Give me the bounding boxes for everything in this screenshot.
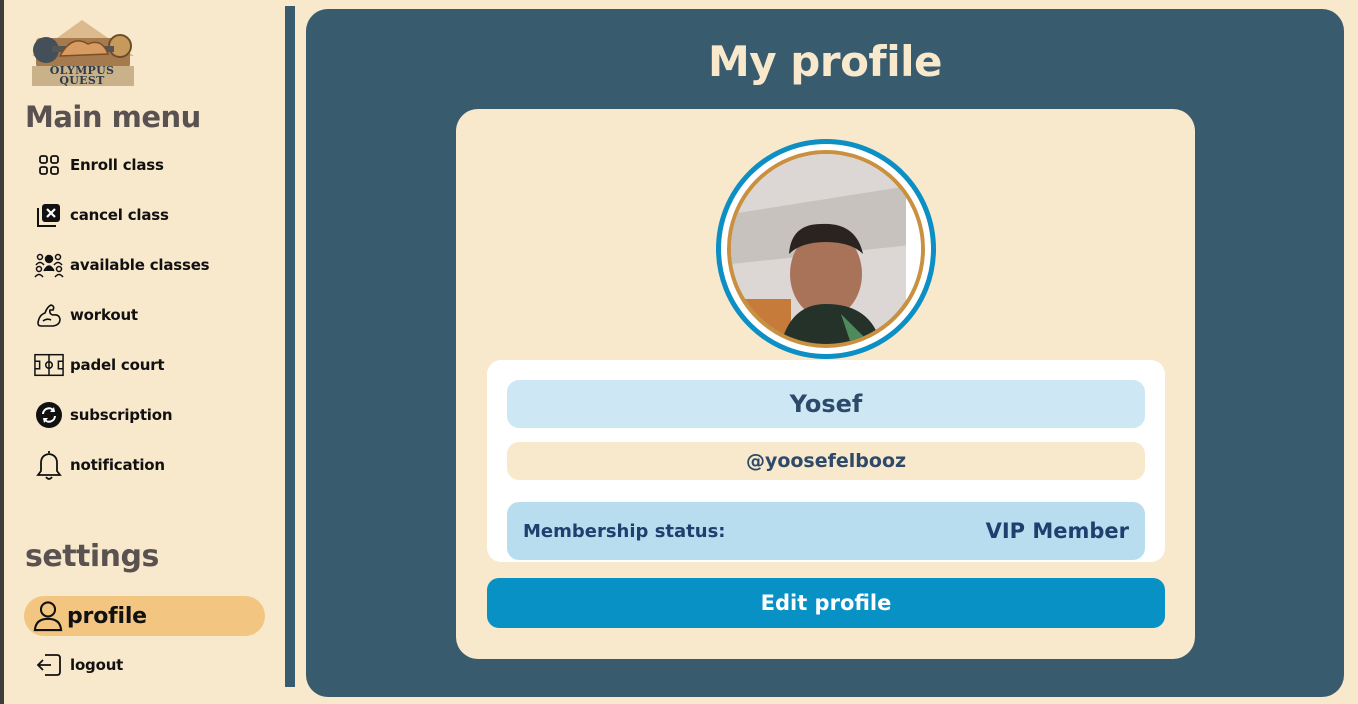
sidebar-item-workout[interactable]: workout [34, 297, 264, 333]
sidebar-item-label: padel court [70, 356, 165, 374]
sidebar-item-padel-court[interactable]: padel court [34, 347, 264, 383]
main-menu-heading: Main menu [25, 100, 201, 134]
sidebar-item-enroll-class[interactable]: Enroll class [34, 147, 264, 183]
sidebar-item-label: cancel class [70, 206, 169, 224]
profile-name: Yosef [507, 380, 1145, 428]
logout-icon [34, 650, 64, 680]
profile-handle: @yoosefelbooz [507, 442, 1145, 480]
window-edge [0, 0, 4, 704]
sidebar-item-label: logout [70, 656, 124, 674]
sidebar-item-available-classes[interactable]: available classes [34, 247, 264, 283]
sidebar-item-label: workout [70, 306, 138, 324]
sidebar-item-label: Enroll class [70, 156, 164, 174]
avatar-photo [731, 154, 921, 344]
membership-status-label: Membership status: [523, 520, 726, 542]
sidebar: OLYMPUS QUEST Main menu Enroll class can… [0, 0, 285, 704]
sidebar-item-label: notification [70, 456, 165, 474]
edit-profile-button[interactable]: Edit profile [487, 578, 1165, 628]
profile-info-box: Yosef @yoosefelbooz Membership status: V… [487, 360, 1165, 562]
sidebar-item-cancel-class[interactable]: cancel class [34, 197, 264, 233]
settings-heading: settings [25, 539, 159, 574]
logo-text: OLYMPUS QUEST [49, 64, 115, 87]
cancel-box-icon [34, 200, 64, 230]
grid-icon [34, 150, 64, 180]
sidebar-divider [285, 6, 295, 687]
sidebar-item-label: subscription [70, 406, 173, 424]
group-icon [34, 250, 64, 280]
sidebar-item-profile[interactable]: profile [24, 596, 265, 636]
membership-status-value: VIP Member [985, 519, 1129, 543]
main-panel: My profile Yosef @yoosefelbooz Membershi… [306, 9, 1344, 697]
user-icon [33, 601, 63, 632]
court-icon [34, 350, 64, 380]
sidebar-item-notification[interactable]: notification [34, 447, 264, 483]
sidebar-item-label: available classes [70, 256, 210, 274]
sidebar-item-logout[interactable]: logout [34, 647, 264, 683]
app-logo: OLYMPUS QUEST [22, 16, 144, 90]
membership-status: Membership status: VIP Member [507, 502, 1145, 560]
avatar-ring [716, 139, 936, 359]
avatar [727, 150, 925, 348]
sidebar-item-subscription[interactable]: subscription [34, 397, 264, 433]
muscle-icon [34, 300, 64, 330]
page-title: My profile [708, 37, 942, 86]
sidebar-item-label: profile [67, 603, 147, 629]
profile-card: Yosef @yoosefelbooz Membership status: V… [456, 109, 1195, 659]
bell-icon [34, 450, 64, 480]
refresh-icon [34, 400, 64, 430]
